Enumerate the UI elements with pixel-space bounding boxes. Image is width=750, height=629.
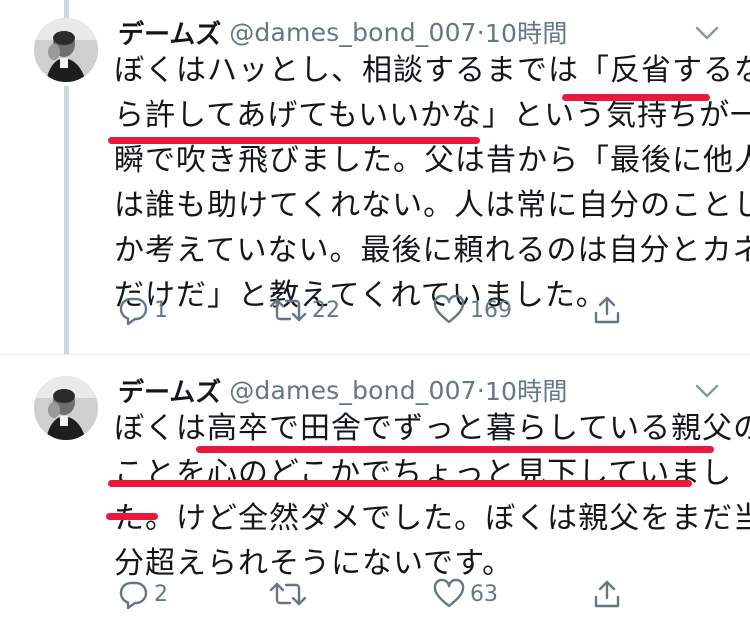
author-handle[interactable]: @dames_bond_007 [229, 18, 477, 47]
retweet-icon [269, 298, 307, 322]
tweet-text-line: た。けど全然ダメでした。ぼくは親父をまだ当 [114, 501, 750, 536]
heart-icon [433, 578, 465, 608]
highlight-underline [106, 513, 158, 520]
retweet-icon [269, 582, 307, 606]
highlight-underline [108, 137, 480, 144]
retweet-button[interactable]: 22 [268, 290, 340, 330]
reply-count: 2 [154, 581, 168, 607]
avatar-image [34, 376, 98, 440]
action-bar: 1 22 169 [118, 290, 638, 330]
tweet-text-line: か考えていない。最後に頼れるのは自分とカネ [114, 233, 750, 268]
separator: · [476, 17, 485, 47]
avatar-image [34, 18, 98, 82]
tweet-divider [0, 354, 750, 355]
tweet-text-line: ことを心のどこかでちょっと見下していまし [114, 456, 733, 491]
tweet-text: ぼくはハッとし、相談するまでは「反省するな ら許してあげてもいいかな」という気持… [114, 48, 750, 318]
chevron-down-icon[interactable] [694, 382, 720, 400]
reply-count: 1 [154, 297, 168, 323]
like-count: 169 [470, 297, 512, 323]
thread-line [64, 0, 69, 20]
author-handle[interactable]: @dames_bond_007 [229, 376, 477, 405]
author-name[interactable]: デームズ [118, 372, 221, 409]
tweet[interactable]: デームズ @dames_bond_007 · 10時間 ぼくは高卒で田舎でずっと… [0, 376, 750, 626]
like-button[interactable]: 63 [432, 574, 498, 614]
separator: · [476, 375, 485, 405]
avatar[interactable] [34, 18, 98, 82]
share-icon [594, 296, 620, 324]
author-name[interactable]: デームズ [118, 14, 221, 51]
reply-icon [119, 581, 148, 610]
timestamp[interactable]: 10時間 [485, 372, 568, 408]
timestamp[interactable]: 10時間 [485, 14, 568, 50]
tweet-text-line: ぼくは高卒で田舎でずっと暮らしている親父の [114, 411, 750, 446]
tweet-header: デームズ @dames_bond_007 · 10時間 [118, 370, 568, 410]
tweet[interactable]: デームズ @dames_bond_007 · 10時間 ぼくはハッとし、相談する… [0, 18, 750, 348]
reply-icon [119, 297, 148, 326]
chevron-down-icon[interactable] [694, 24, 720, 42]
reply-button[interactable]: 2 [118, 574, 168, 614]
highlight-underline [108, 480, 692, 487]
tweet-text-line: 瞬で吹き飛びました。父は昔から「最後に他人 [114, 143, 750, 178]
reply-button[interactable]: 1 [118, 290, 168, 330]
action-bar: 2 63 [118, 574, 638, 614]
share-button[interactable] [592, 290, 622, 330]
share-button[interactable] [592, 574, 622, 614]
retweet-count: 22 [312, 297, 340, 323]
like-button[interactable]: 169 [432, 290, 512, 330]
highlight-underline [562, 94, 710, 101]
highlight-underline [196, 446, 714, 453]
retweet-button[interactable] [268, 574, 312, 614]
heart-icon [433, 294, 465, 324]
tweet-header: デームズ @dames_bond_007 · 10時間 [118, 12, 568, 52]
tweet-text-line: は誰も助けてくれない。人は常に自分のことし [114, 188, 750, 223]
tweet-text: ぼくは高卒で田舎でずっと暮らしている親父の ことを心のどこかでちょっと見下してい… [114, 406, 750, 586]
like-count: 63 [470, 581, 498, 607]
avatar[interactable] [34, 376, 98, 440]
tweet-text-line: ぼくはハッとし、相談するまでは「反省するな [114, 53, 750, 88]
share-icon [594, 580, 620, 608]
